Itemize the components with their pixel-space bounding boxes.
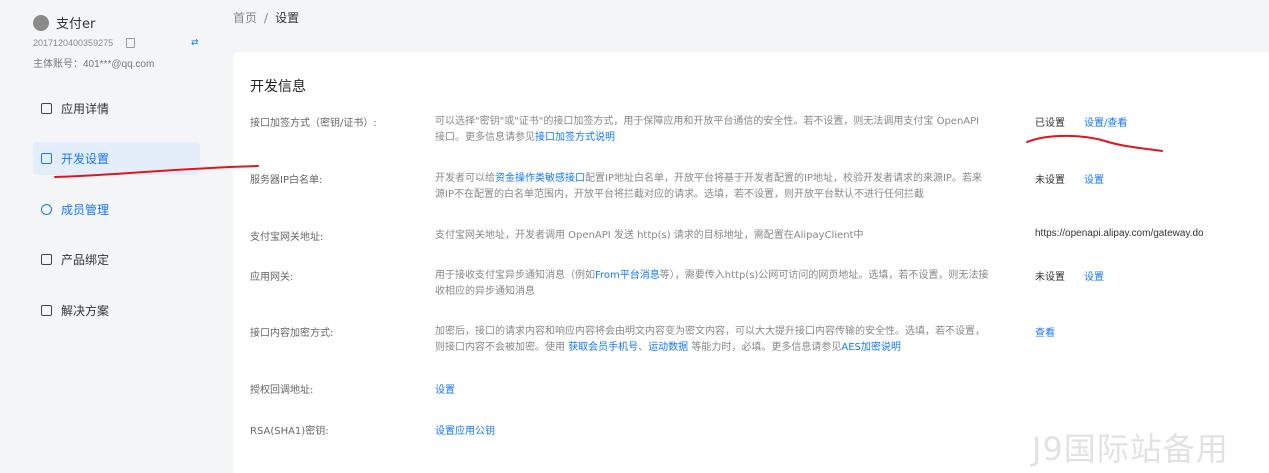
row-description: 支付宝网关地址，开发者调用 OpenAPI 发送 http(s) 请求的目标地址…: [435, 230, 864, 241]
row-label: 应用网关:: [250, 272, 294, 283]
watermark: J9国际站备用: [1032, 430, 1229, 468]
desc-text: 开发者可以给: [435, 173, 495, 184]
app-detail-icon: [41, 103, 52, 114]
sport-data-link[interactable]: 运动数据: [648, 342, 688, 353]
settings-card: 开发信息 接口加签方式（密钥/证书）: 可以选择"密钥"或"证书"的接口加签方式…: [233, 52, 1269, 473]
nav-item-label: 解决方案: [61, 304, 110, 318]
row-description: 加密后，接口的请求内容和响应内容将会由明文内容变为密文内容，可以大大提升接口内容…: [435, 324, 990, 356]
nav-item-app-detail[interactable]: 应用详情: [33, 92, 200, 125]
row-description: 开发者可以给资金操作类敏感接口配置IP地址白名单，开放平台将基于开发者配置的IP…: [435, 171, 990, 203]
platform-message-link[interactable]: From平台消息: [595, 270, 660, 281]
status-text: 未设置: [1035, 175, 1065, 186]
auth-callback-set-link[interactable]: 设置: [435, 381, 455, 396]
avatar: [33, 14, 49, 31]
copy-icon[interactable]: [126, 38, 135, 48]
desc-text: 、: [638, 342, 649, 353]
breadcrumb-home[interactable]: 首页: [233, 11, 257, 25]
solutions-icon: [41, 305, 52, 316]
ip-whitelist-set-link[interactable]: 设置: [1084, 171, 1104, 186]
status-text: 已设置: [1035, 118, 1065, 129]
nav-item-label: 开发设置: [61, 152, 110, 166]
switch-app-icon[interactable]: ⇄: [191, 38, 199, 48]
main-account: 主体账号：401***@qq.com: [33, 59, 155, 70]
breadcrumb: 首页 / 设置: [233, 9, 299, 26]
account-name: 支付er: [56, 17, 96, 32]
row-label: 授权回调地址:: [250, 385, 314, 396]
nav-item-members[interactable]: 成员管理: [33, 193, 200, 226]
members-icon: [41, 204, 52, 215]
row-label: 接口内容加密方式:: [250, 328, 334, 339]
desc-text: 用于接收支付宝异步通知消息（例如: [435, 270, 595, 281]
member-phone-link[interactable]: 获取会员手机号: [568, 342, 638, 353]
aes-doc-link[interactable]: AES加密说明: [841, 342, 901, 353]
dev-settings-icon: [41, 153, 52, 164]
row-description: 可以选择"密钥"或"证书"的接口加签方式，用于保障应用和开放平台通信的安全性。若…: [435, 114, 990, 146]
desc-text: 可以选择"密钥"或"证书"的接口加签方式，用于保障应用和开放平台通信的安全性。若…: [435, 116, 980, 143]
row-label: 服务器IP白名单:: [250, 175, 323, 186]
section-title: 开发信息: [250, 79, 306, 95]
account-id: 2017120400359275: [33, 38, 114, 48]
product-binding-icon: [41, 254, 52, 265]
sign-set-view-link[interactable]: 设置/查看: [1084, 114, 1127, 129]
set-app-public-key-link[interactable]: 设置应用公钥: [435, 422, 495, 437]
nav-item-label: 成员管理: [61, 203, 110, 217]
breadcrumb-current: 设置: [275, 11, 300, 25]
nav-item-dev-settings[interactable]: 开发设置: [33, 142, 200, 175]
row-label: RSA(SHA1)密钥:: [250, 426, 329, 437]
gateway-url-value: https://openapi.alipay.com/gateway.do: [1035, 228, 1204, 239]
row-description: 用于接收支付宝异步通知消息（例如From平台消息等），需要传入http(s)公网…: [435, 268, 990, 300]
sidebar: 支付er 2017120400359275 ⇄ 主体账号：401***@qq.c…: [0, 0, 215, 473]
app-gateway-set-link[interactable]: 设置: [1084, 268, 1104, 283]
row-label: 支付宝网关地址:: [250, 232, 324, 243]
nav-item-label: 应用详情: [61, 102, 110, 116]
nav-item-product-binding[interactable]: 产品绑定: [33, 243, 200, 276]
status-text: 未设置: [1035, 272, 1065, 283]
encryption-view-link[interactable]: 查看: [1035, 324, 1055, 339]
nav-item-label: 产品绑定: [61, 253, 110, 267]
sign-method-doc-link[interactable]: 接口加签方式说明: [535, 132, 615, 143]
nav-item-solutions[interactable]: 解决方案: [33, 294, 200, 327]
desc-text: 等能力时，必填。更多信息请参见: [688, 342, 842, 353]
sensitive-api-link[interactable]: 资金操作类敏感接口: [495, 173, 585, 184]
account-header: 支付er: [33, 13, 95, 32]
breadcrumb-separator: /: [264, 11, 269, 25]
row-label: 接口加签方式（密钥/证书）:: [250, 118, 377, 129]
